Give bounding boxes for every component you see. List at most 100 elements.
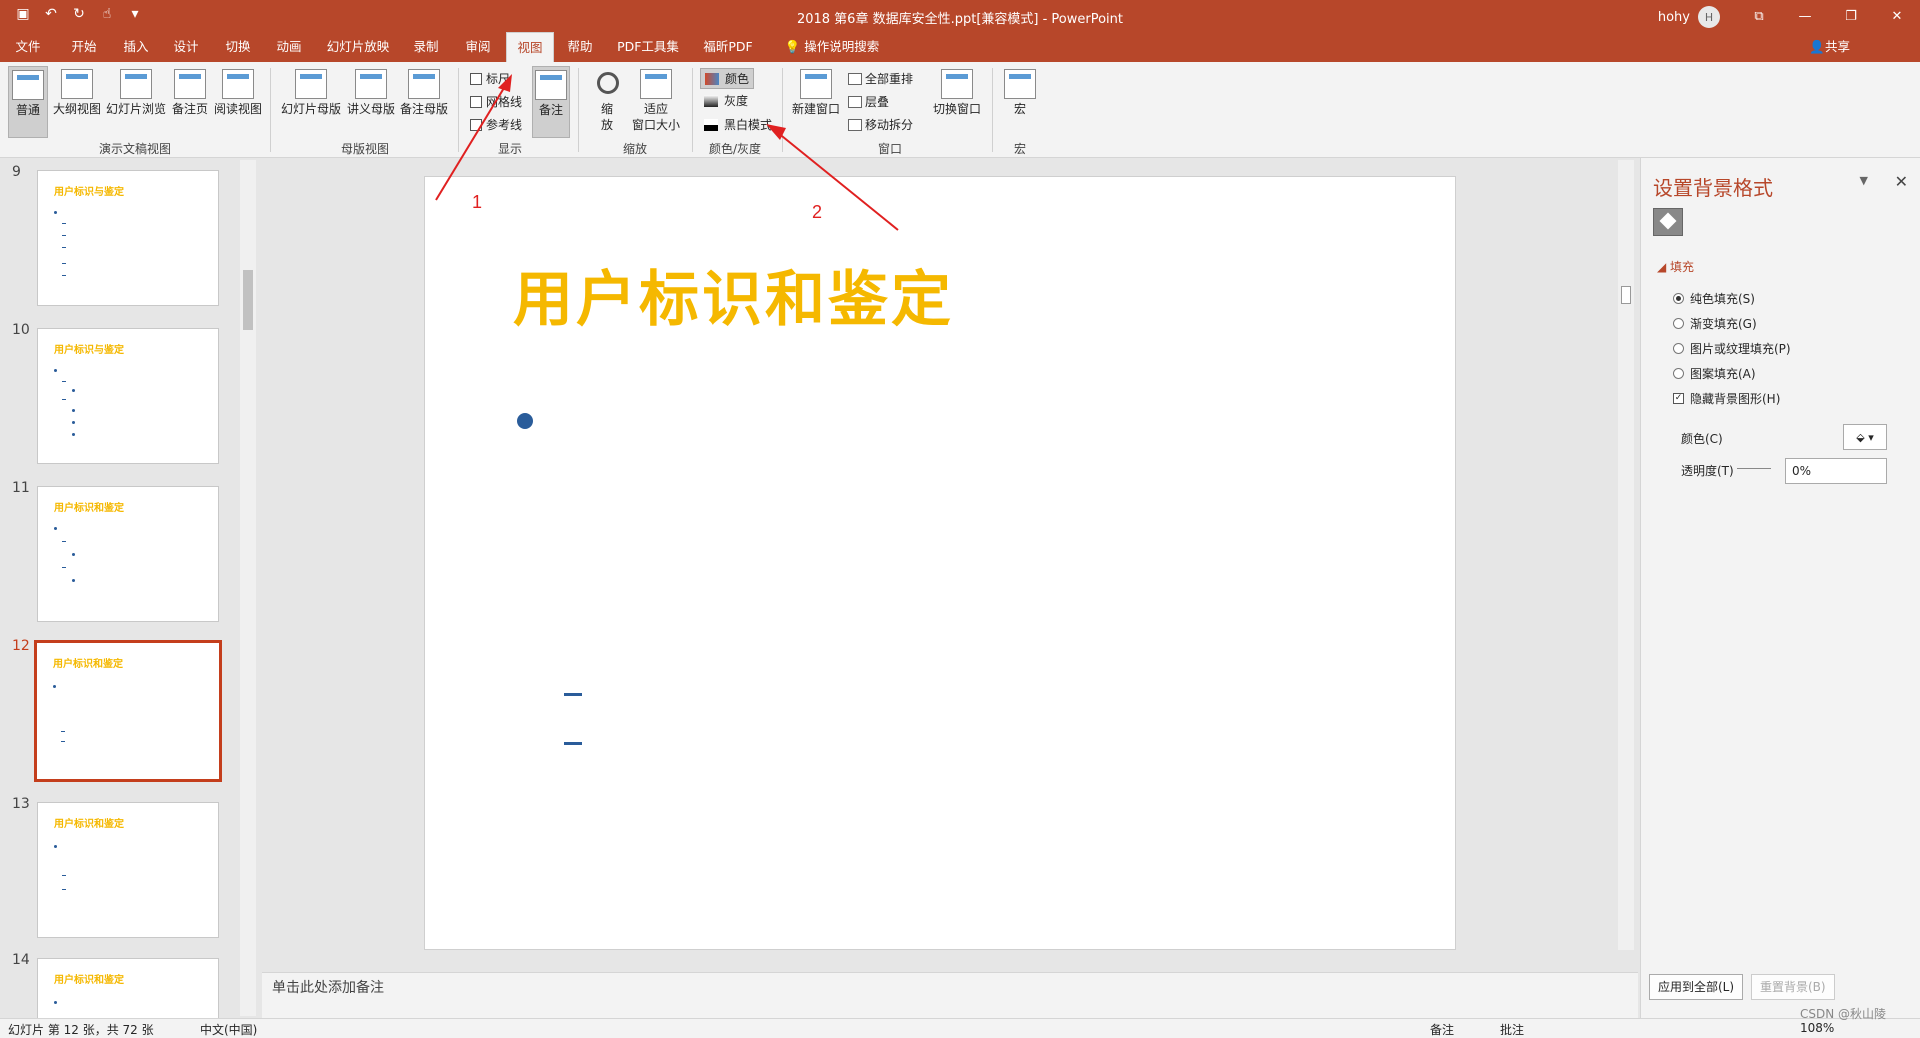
- macros-button[interactable]: 宏: [1000, 66, 1040, 117]
- gradient-fill-radio[interactable]: 渐变填充(G): [1673, 315, 1757, 332]
- radio-circle[interactable]: [1673, 293, 1684, 304]
- editor-scrollbar[interactable]: [1618, 160, 1634, 950]
- tab-pdf-tools[interactable]: PDF工具集: [612, 32, 684, 62]
- slide-thumbnail[interactable]: 用户标识和鉴定: [37, 802, 219, 938]
- radio-circle[interactable]: [1673, 368, 1684, 379]
- radio-circle[interactable]: [1673, 318, 1684, 329]
- tell-me-search[interactable]: 💡 操作说明搜索: [772, 32, 892, 62]
- slide-thumbnail-selected[interactable]: 用户标识和鉴定: [34, 640, 222, 782]
- radio-circle[interactable]: [1673, 343, 1684, 354]
- slide-master-button[interactable]: 幻灯片母版: [278, 66, 344, 117]
- notes-master-button[interactable]: 备注母版: [398, 66, 450, 117]
- check-box[interactable]: ✓: [1673, 393, 1684, 404]
- customize-qat-icon[interactable]: ▾: [126, 6, 144, 22]
- outline-view-button[interactable]: 大纲视图: [50, 66, 104, 117]
- slide-thumbnail[interactable]: 用户标识与鉴定: [37, 328, 219, 464]
- tab-view[interactable]: 视图: [506, 32, 554, 62]
- arrange-all-button[interactable]: 全部重排: [848, 70, 913, 87]
- black-white-swatch-icon: [704, 118, 718, 131]
- transparency-slider[interactable]: [1737, 468, 1771, 469]
- person-icon: 👤: [1809, 39, 1825, 54]
- zoom-level[interactable]: 108%: [1800, 1021, 1834, 1035]
- fill-color-dropdown[interactable]: ⬙ ▾: [1843, 424, 1887, 450]
- tab-design[interactable]: 设计: [166, 32, 206, 62]
- minimize-button[interactable]: —: [1782, 0, 1828, 32]
- gridlines-check-box[interactable]: [470, 95, 482, 108]
- switch-windows-button[interactable]: 切换窗口: [930, 66, 984, 117]
- ruler-check-box[interactable]: [470, 72, 482, 85]
- tab-slideshow[interactable]: 幻灯片放映: [320, 32, 396, 62]
- ruler-checkbox[interactable]: 标尺: [470, 70, 510, 87]
- thumbnail-scroll-thumb[interactable]: [243, 270, 253, 330]
- handout-master-button[interactable]: 讲义母版: [344, 66, 398, 117]
- slide-thumbnail[interactable]: 用户标识和鉴定: [37, 958, 219, 1018]
- touch-mode-icon[interactable]: ☝: [98, 6, 116, 22]
- picture-fill-radio[interactable]: 图片或纹理填充(P): [1673, 340, 1791, 357]
- notes-toggle-button[interactable]: 备注: [532, 66, 570, 138]
- slide-thumbnail[interactable]: 用户标识与鉴定: [37, 170, 219, 306]
- ribbon-tabs: 文件 开始 插入 设计 切换 动画 幻灯片放映 录制 审阅 视图 帮助 PDF工…: [0, 32, 1920, 62]
- reset-background-button[interactable]: 重置背景(B): [1751, 974, 1835, 1000]
- color-mode-button[interactable]: 颜色: [700, 68, 755, 89]
- handout-master-label: 讲义母版: [346, 102, 395, 116]
- guides-check-box[interactable]: [470, 118, 482, 131]
- tab-animations[interactable]: 动画: [269, 32, 309, 62]
- notes-page-button[interactable]: 备注页: [170, 66, 210, 117]
- ribbon-separator: [578, 68, 579, 152]
- move-split-label: 移动拆分: [865, 118, 914, 132]
- tab-file[interactable]: 文件: [10, 32, 46, 62]
- undo-icon[interactable]: ↶: [42, 6, 60, 22]
- zoom-button[interactable]: 缩 放: [586, 66, 628, 133]
- tab-foxit-pdf[interactable]: 福昕PDF: [696, 32, 760, 62]
- solid-fill-radio[interactable]: 纯色填充(S): [1673, 290, 1755, 307]
- slide-bullet: [517, 413, 533, 429]
- tab-home[interactable]: 开始: [64, 32, 104, 62]
- redo-icon[interactable]: ↻: [70, 6, 88, 22]
- hide-background-checkbox[interactable]: ✓ 隐藏背景图形(H): [1673, 390, 1780, 407]
- tab-insert[interactable]: 插入: [116, 32, 156, 62]
- gridlines-label: 网格线: [486, 95, 523, 109]
- save-icon[interactable]: ▣: [14, 6, 32, 22]
- slide-title[interactable]: 用户标识和鉴定: [513, 251, 954, 338]
- account[interactable]: hohy H: [1658, 6, 1720, 28]
- slide-thumbnail[interactable]: 用户标识和鉴定: [37, 486, 219, 622]
- tab-record[interactable]: 录制: [406, 32, 446, 62]
- notes-status-button[interactable]: 备注: [1430, 1021, 1454, 1038]
- fill-bucket-icon[interactable]: [1653, 208, 1683, 236]
- pane-options-icon[interactable]: ▼: [1860, 174, 1868, 187]
- fit-to-window-button[interactable]: 适应 窗口大小: [628, 66, 684, 133]
- black-white-button[interactable]: 黑白模式: [704, 116, 772, 133]
- tab-review[interactable]: 审阅: [458, 32, 498, 62]
- pane-close-icon[interactable]: ✕: [1895, 172, 1908, 191]
- gridlines-checkbox[interactable]: 网格线: [470, 93, 522, 110]
- restore-button[interactable]: ❐: [1828, 0, 1874, 32]
- reading-view-button[interactable]: 阅读视图: [212, 66, 264, 117]
- thumbnail-scrollbar[interactable]: [240, 160, 256, 1016]
- thumbnail-dash: [62, 399, 66, 400]
- normal-view-button[interactable]: 普通: [8, 66, 48, 138]
- pattern-fill-radio[interactable]: 图案填充(A): [1673, 365, 1756, 382]
- slide-number: 13: [12, 796, 30, 812]
- move-split-button[interactable]: 移动拆分: [848, 116, 913, 133]
- transparency-input[interactable]: 0%: [1785, 458, 1887, 484]
- picture-fill-label: 图片或纹理填充(P): [1690, 342, 1791, 356]
- guides-checkbox[interactable]: 参考线: [470, 116, 522, 133]
- share-button[interactable]: 👤共享: [1809, 32, 1850, 62]
- grayscale-button[interactable]: 灰度: [704, 92, 748, 109]
- cascade-button[interactable]: 层叠: [848, 93, 889, 110]
- tab-help[interactable]: 帮助: [560, 32, 600, 62]
- notes-pane[interactable]: 单击此处添加备注: [262, 972, 1638, 1018]
- editor-scroll-thumb[interactable]: [1621, 286, 1631, 304]
- tab-transitions[interactable]: 切换: [218, 32, 258, 62]
- fill-section-header[interactable]: ◢ 填充: [1657, 258, 1694, 275]
- new-window-button[interactable]: 新建窗口: [790, 66, 842, 117]
- apply-to-all-button[interactable]: 应用到全部(L): [1649, 974, 1744, 1000]
- current-slide[interactable]: 用户标识和鉴定: [424, 176, 1456, 950]
- language-indicator[interactable]: 中文(中国): [200, 1021, 257, 1038]
- slide-sorter-button[interactable]: 幻灯片浏览: [104, 66, 168, 117]
- close-button[interactable]: ✕: [1874, 0, 1920, 32]
- slide-dash: [564, 693, 582, 696]
- ribbon-display-options-icon[interactable]: ⧉: [1736, 0, 1782, 32]
- avatar[interactable]: H: [1698, 6, 1720, 28]
- comments-status-button[interactable]: 批注: [1500, 1021, 1524, 1038]
